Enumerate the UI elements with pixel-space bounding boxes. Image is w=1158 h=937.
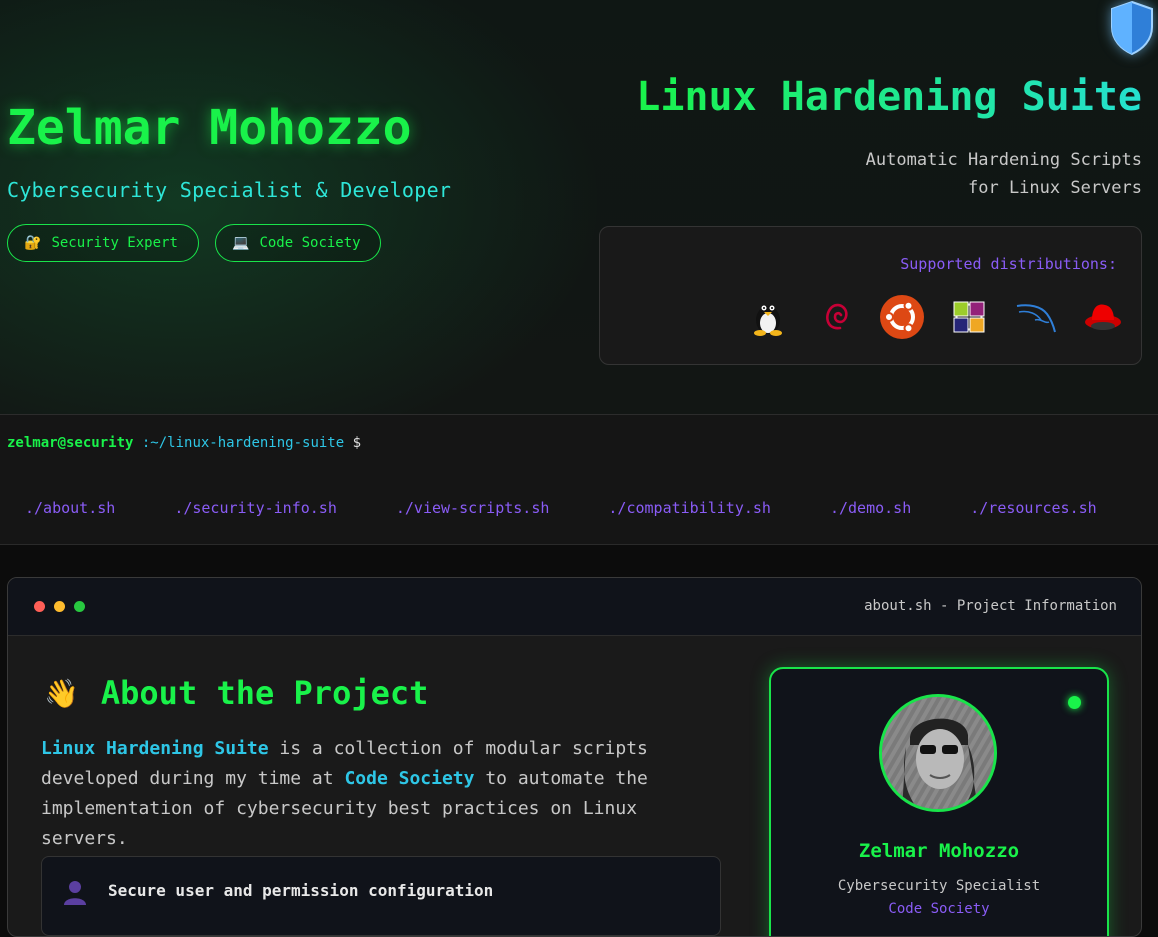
profile-card: Zelmar Mohozzo Cybersecurity Specialist … [769,667,1109,936]
debian-icon [813,293,857,341]
section-title: About the Project [100,674,429,712]
badge-code-society[interactable]: 💻 Code Society [215,224,381,262]
badge-label: Security Expert [51,235,178,251]
distributions-label: Supported distributions: [900,255,1117,273]
window-titlebar: about.sh - Project Information [8,578,1141,636]
window-title: about.sh - Project Information [864,598,1117,614]
shield-icon [1111,0,1153,56]
badge-label: Code Society [259,235,361,251]
distributions-panel: Supported distributions: [599,226,1142,365]
badge-security-expert[interactable]: 🔐 Security Expert [7,224,199,262]
laptop-icon: 💻 [232,235,250,251]
highlight-project: Linux Hardening Suite [41,738,269,759]
ubuntu-icon [880,293,924,341]
hero-section: Zelmar Mohozzo Cybersecurity Specialist … [0,0,1158,415]
feature-card: Secure user and permission configuration [41,856,721,936]
nav-security-info[interactable]: ./security-info.sh [174,499,337,517]
author-subtitle: Cybersecurity Specialist & Developer [7,178,452,202]
tux-linux-icon [746,293,790,341]
prompt-path: :~/linux-hardening-suite [141,435,345,451]
profile-org[interactable]: Code Society [771,901,1107,917]
nav-view-scripts[interactable]: ./view-scripts.sh [396,499,550,517]
project-description: Automatic Hardening Scripts for Linux Se… [722,146,1142,202]
project-desc-line: Automatic Hardening Scripts [865,150,1142,170]
project-title: Linux Hardening Suite [636,74,1142,120]
avatar [879,694,997,812]
lock-icon: 🔐 [24,235,42,251]
command-nav: ./about.sh ./security-info.sh ./view-scr… [25,499,1156,517]
maximize-dot[interactable] [74,601,85,612]
terminal-nav-bar: zelmar@security :~/linux-hardening-suite… [0,415,1158,545]
redhat-icon [1081,293,1125,341]
user-icon [64,881,86,905]
author-name: Zelmar Mohozzo [7,100,412,156]
kali-icon [1014,293,1058,341]
feature-text: Secure user and permission configuration [108,881,494,900]
nav-about[interactable]: ./about.sh [25,499,115,517]
profile-name: Zelmar Mohozzo [858,840,1020,862]
waving-hand-icon: 👋 [44,676,79,710]
about-heading: 👋 About the Project [44,674,428,712]
about-window: about.sh - Project Information 👋 About t… [7,577,1142,937]
minimize-dot[interactable] [54,601,65,612]
nav-compatibility[interactable]: ./compatibility.sh [608,499,771,517]
project-desc-line: for Linux Servers [968,178,1142,198]
prompt-user: zelmar@security [7,435,134,451]
nav-resources[interactable]: ./resources.sh [970,499,1096,517]
close-dot[interactable] [34,601,45,612]
about-paragraph: Linux Hardening Suite is a collection of… [41,734,731,854]
profile-role: Cybersecurity Specialist [837,878,1041,894]
prompt-symbol: $ [352,435,362,451]
terminal-prompt: zelmar@security :~/linux-hardening-suite… [7,435,361,451]
nav-demo[interactable]: ./demo.sh [830,499,911,517]
centos-icon [947,293,991,341]
online-status-dot [1068,696,1081,709]
highlight-org: Code Society [344,768,475,789]
